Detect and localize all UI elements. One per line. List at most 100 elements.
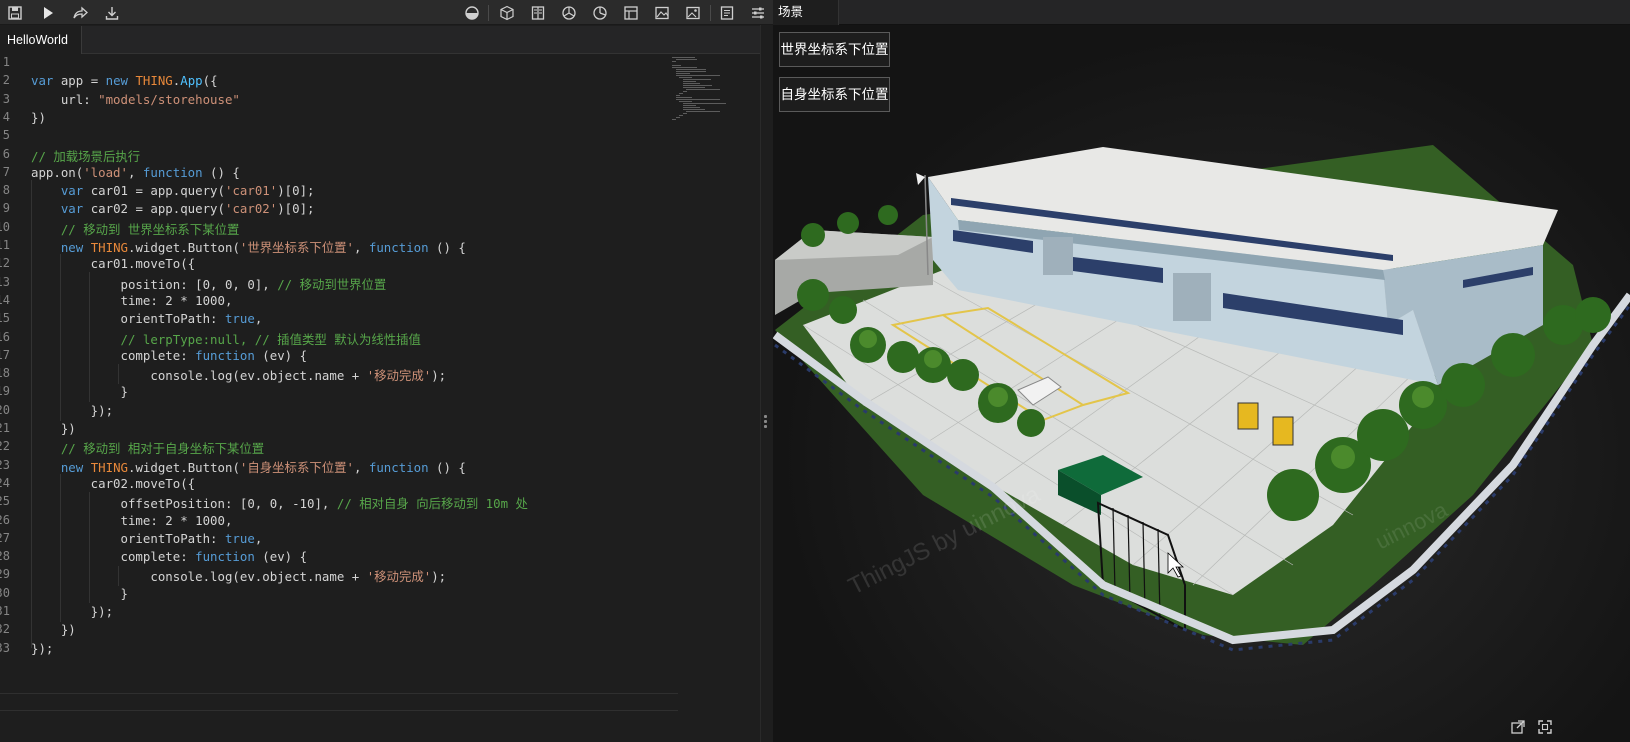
minimap-line — [672, 67, 698, 68]
cube-icon[interactable] — [497, 3, 517, 23]
code-token: time: 2 * 1000, — [31, 512, 233, 528]
minimap-line — [682, 113, 687, 114]
image-icon[interactable] — [652, 3, 672, 23]
minimap-line — [675, 75, 720, 76]
minimap-line — [682, 79, 711, 80]
code-line: // 加载场景后执行 — [31, 147, 140, 165]
code-token: "models/storehouse" — [98, 91, 240, 107]
minimap[interactable] — [672, 55, 742, 125]
run-icon[interactable] — [38, 3, 58, 23]
line-number: 18 — [0, 366, 10, 381]
line-number: 2 — [2, 73, 10, 88]
code-line: var car01 = app.query('car01')[0]; — [31, 183, 315, 198]
minimap-line — [682, 103, 726, 104]
layout-icon[interactable] — [621, 3, 641, 23]
code-token: new — [60, 240, 84, 255]
minimap-line — [672, 119, 676, 120]
code-token: url: — [31, 91, 99, 107]
line-number: 16 — [0, 329, 10, 344]
minimap-line — [675, 59, 698, 60]
code-token: // 相对自身 向后移动到 10m 处 — [336, 496, 528, 512]
code-line: }); — [31, 641, 53, 656]
minimap-line — [682, 87, 706, 88]
pane-splitter[interactable] — [760, 25, 773, 742]
code-token: 'car01' — [224, 183, 278, 199]
code-token: // 加载场景后执行 — [31, 148, 141, 164]
dashboard-icon[interactable] — [559, 3, 579, 23]
notes-icon[interactable] — [717, 3, 737, 23]
code-token: // 移动到世界位置 — [277, 276, 387, 292]
code-token: (ev) { — [254, 347, 308, 363]
book-icon[interactable] — [528, 3, 548, 23]
code-line: app.on('load', function () { — [31, 165, 240, 180]
code-token: '移动完成' — [366, 569, 432, 585]
code-line: var car02 = app.query('car02')[0]; — [31, 201, 315, 216]
code-token: var — [31, 73, 54, 89]
warehouse-3d-scene[interactable] — [773, 25, 1630, 742]
line-number: 28 — [0, 549, 10, 564]
external-link-icon[interactable] — [1510, 719, 1528, 737]
code-token: offsetPosition: [0, 0, -10], — [31, 496, 337, 512]
code-token: App — [180, 73, 203, 89]
world-position-button[interactable]: 世界坐标系下位置 — [779, 32, 890, 67]
download-icon[interactable] — [102, 3, 122, 23]
code-token: , — [127, 164, 143, 180]
theme-icon[interactable] — [462, 3, 482, 23]
code-token: , — [353, 459, 369, 475]
share-icon[interactable] — [70, 3, 90, 23]
line-number: 8 — [2, 183, 10, 198]
minimap-line — [675, 69, 707, 70]
code-line: time: 2 * 1000, — [31, 512, 233, 528]
line-number: 30 — [0, 585, 10, 600]
line-number: 32 — [0, 622, 10, 637]
code-token: }) — [31, 421, 76, 436]
line-number: 4 — [2, 109, 10, 124]
line-number: 25 — [0, 494, 10, 509]
code-token: THING — [90, 240, 129, 255]
line-number: 21 — [0, 421, 10, 435]
code-token: true — [224, 530, 255, 546]
line-number: 13 — [0, 274, 10, 289]
code-token: ); — [431, 368, 447, 384]
code-line: }) — [31, 622, 76, 637]
current-line-highlight — [0, 693, 678, 711]
save-icon[interactable] — [5, 3, 25, 23]
code-token: orientToPath: — [31, 530, 225, 546]
splitter-handle-icon[interactable] — [764, 414, 768, 432]
code-token: console.log(ev.object.name + — [31, 368, 367, 384]
code-token: () { — [428, 240, 466, 255]
code-line: new THING.widget.Button('自身坐标系下位置', func… — [31, 458, 466, 476]
line-number: 5 — [2, 128, 10, 143]
code-token: complete: — [31, 549, 196, 565]
minimap-line — [675, 71, 707, 72]
scene-viewport[interactable]: ThingJS by uinnova uinnova 世界坐标系下位置 自身坐标… — [773, 25, 1630, 742]
code-line: } — [31, 384, 128, 399]
code-line: offsetPosition: [0, 0, -10], // 相对自身 向后移… — [31, 494, 528, 512]
code-token: }) — [31, 109, 46, 125]
line-number: 12 — [0, 256, 10, 271]
tab-helloworld[interactable]: HelloWorld — [0, 26, 82, 54]
settings-icon[interactable] — [748, 3, 768, 23]
code-line: }); — [31, 604, 113, 619]
tab-scene[interactable]: 场景 — [773, 0, 839, 25]
warehouse-door — [1043, 237, 1073, 275]
fullscreen-icon[interactable] — [1537, 719, 1555, 737]
code-token: // 移动到 世界坐标系下某位置 — [60, 221, 240, 237]
minimap-line — [682, 85, 713, 86]
code-token: }) — [31, 622, 76, 638]
minimap-line — [682, 107, 700, 108]
code-token: THING — [135, 73, 173, 89]
pie-chart-icon[interactable] — [590, 3, 610, 23]
code-editor[interactable]: 1234567891011121314151617181920212223242… — [0, 55, 785, 742]
code-token: '自身坐标系下位置' — [239, 459, 354, 475]
picture-icon[interactable] — [683, 3, 703, 23]
scene-header: 场景 — [773, 0, 1630, 25]
code-line: complete: function (ev) { — [31, 549, 308, 565]
code-token: function — [195, 549, 255, 565]
toolbar-separator — [710, 5, 711, 21]
local-position-button[interactable]: 自身坐标系下位置 — [779, 77, 890, 112]
